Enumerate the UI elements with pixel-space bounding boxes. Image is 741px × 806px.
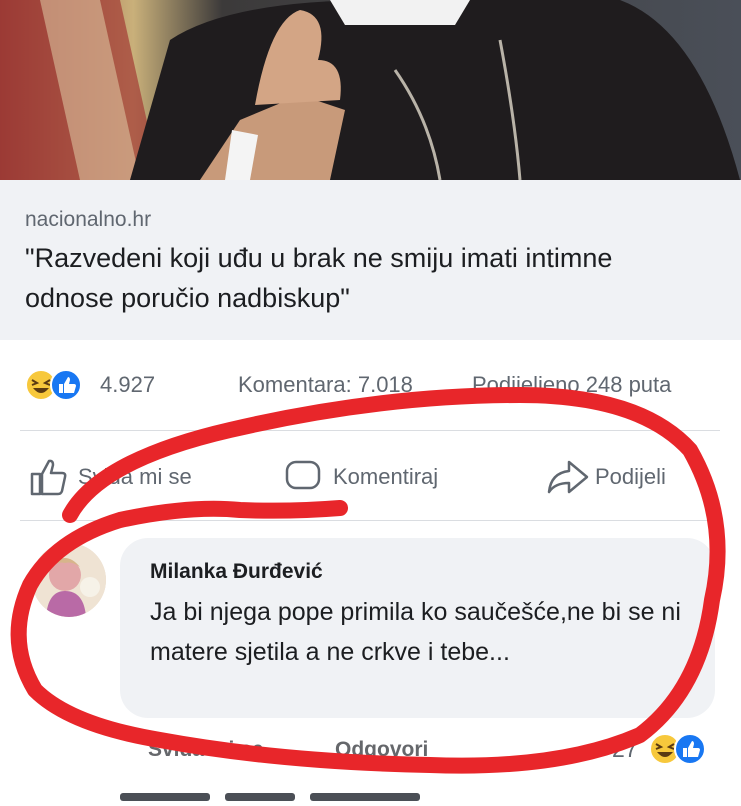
like-thumb-icon bbox=[674, 733, 706, 765]
avatar-image bbox=[32, 543, 106, 617]
share-button[interactable]: Podijeli bbox=[545, 456, 725, 500]
article-photo-illustration bbox=[0, 0, 741, 180]
next-comment-cutoff bbox=[110, 788, 510, 801]
reaction-icons[interactable] bbox=[24, 368, 94, 402]
link-domain: nacionalno.hr bbox=[25, 208, 152, 231]
reaction-count[interactable]: 4.927 bbox=[100, 372, 155, 398]
comment-bubble-icon bbox=[285, 460, 321, 490]
cutoff-text-shapes bbox=[120, 793, 420, 801]
share-count[interactable]: Podijeljeno 248 puta bbox=[472, 372, 671, 398]
comment-like-button[interactable]: Sviđa mi se bbox=[148, 738, 264, 762]
like-label: Sviđa mi se bbox=[78, 464, 192, 489]
like-button[interactable]: Sviđa mi se bbox=[28, 456, 228, 500]
article-photo[interactable] bbox=[0, 0, 741, 180]
comment-author[interactable]: Milanka Đurđević bbox=[150, 560, 323, 584]
comment-reaction-icons[interactable] bbox=[648, 732, 718, 766]
share-arrow-icon bbox=[547, 460, 589, 494]
link-title[interactable]: "Razvedeni koji uđu u brak ne smiju imat… bbox=[25, 238, 705, 318]
comment-reply-button[interactable]: Odgovori bbox=[335, 738, 428, 762]
thumbs-up-icon bbox=[30, 459, 67, 496]
comment-text: Ja bi njega pope primila ko saučešće,ne … bbox=[150, 598, 681, 666]
divider bbox=[20, 430, 720, 431]
share-label: Podijeli bbox=[595, 464, 666, 489]
like-thumb-icon bbox=[50, 369, 82, 401]
divider bbox=[20, 520, 720, 521]
comment-reaction-count[interactable]: 27 bbox=[612, 736, 638, 763]
comment-label: Komentiraj bbox=[333, 464, 439, 489]
comment-count[interactable]: Komentara: 7.018 bbox=[238, 372, 413, 398]
avatar[interactable] bbox=[32, 543, 106, 617]
comment-button[interactable]: Komentiraj bbox=[283, 456, 483, 500]
